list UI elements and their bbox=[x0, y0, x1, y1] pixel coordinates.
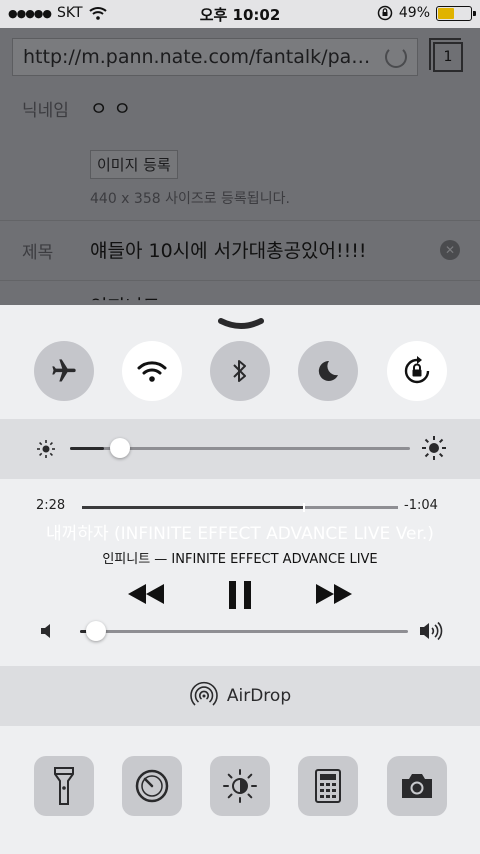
volume-low-icon bbox=[41, 624, 50, 638]
night-shift-button[interactable] bbox=[210, 756, 270, 816]
rotation-lock-status-icon bbox=[377, 5, 393, 21]
address-bar[interactable]: http://m.pann.nate.com/fantalk/pann/w… bbox=[12, 38, 418, 76]
flashlight-icon bbox=[54, 767, 74, 805]
control-center: 2:28 -1:04 내꺼하자 (INFINITE EFFECT ADVANCE… bbox=[0, 305, 480, 854]
airplane-icon bbox=[52, 359, 76, 382]
rotation-lock-icon bbox=[404, 356, 430, 384]
do-not-disturb-toggle[interactable] bbox=[298, 341, 358, 401]
url-text: http://m.pann.nate.com/fantalk/pann/w… bbox=[23, 45, 373, 68]
grabber-handle[interactable] bbox=[218, 317, 264, 331]
bluetooth-icon bbox=[233, 360, 246, 382]
brightness-fill bbox=[70, 447, 104, 450]
nickname-value[interactable]: ㅇㅇ bbox=[90, 94, 137, 121]
nickname-label: 닉네임 bbox=[22, 101, 69, 121]
rotation-lock-toggle[interactable] bbox=[387, 341, 447, 401]
camera-icon bbox=[402, 774, 432, 798]
battery-fill bbox=[438, 7, 454, 19]
wifi-toggle[interactable] bbox=[122, 341, 182, 401]
tabs-button[interactable]: 1 bbox=[429, 38, 463, 72]
form-divider bbox=[0, 220, 480, 221]
web-page: http://m.pann.nate.com/fantalk/pann/w… 1… bbox=[0, 28, 480, 318]
rewind-icon bbox=[128, 584, 164, 604]
song-title: 내꺼하자 (INFINITE EFFECT ADVANCE LIVE Ver.) bbox=[46, 524, 434, 544]
scrubber-progress bbox=[82, 506, 304, 509]
title-input[interactable]: 얘들아 10시에 서가대총공있어!!!! bbox=[90, 236, 366, 263]
pause-icon bbox=[229, 581, 251, 609]
rewind-button[interactable] bbox=[126, 581, 166, 607]
night-shift-icon bbox=[223, 769, 257, 803]
battery-percent: 49% bbox=[398, 5, 430, 21]
elapsed-time: 2:28 bbox=[36, 498, 66, 513]
airdrop-label: AirDrop bbox=[226, 686, 292, 706]
calculator-icon bbox=[315, 769, 341, 803]
brightness-slider-thumb[interactable] bbox=[110, 438, 130, 458]
wifi-icon bbox=[137, 361, 167, 382]
chevron-down-icon bbox=[218, 318, 264, 329]
status-bar: ●●●●● SKT 오후 10:02 49% bbox=[0, 0, 480, 28]
timer-button[interactable] bbox=[122, 756, 182, 816]
battery-icon bbox=[436, 5, 476, 21]
scrubber-playhead[interactable] bbox=[303, 503, 306, 512]
remaining-time: -1:04 bbox=[404, 498, 438, 513]
flashlight-button[interactable] bbox=[34, 756, 94, 816]
clear-icon[interactable]: ✕ bbox=[440, 240, 460, 260]
brightness-high-icon bbox=[422, 436, 446, 460]
form-divider bbox=[0, 280, 480, 281]
song-artist-album: 인피니트 — INFINITE EFFECT ADVANCE LIVE bbox=[102, 552, 378, 567]
camera-button[interactable] bbox=[387, 756, 447, 816]
airplane-mode-toggle[interactable] bbox=[34, 341, 94, 401]
volume-slider-thumb[interactable] bbox=[86, 621, 107, 641]
moon-icon bbox=[318, 360, 338, 381]
title-label: 제목 bbox=[22, 243, 54, 263]
brightness-low-icon bbox=[37, 440, 55, 458]
volume-track bbox=[80, 630, 408, 633]
airdrop-icon bbox=[190, 681, 218, 706]
calculator-button[interactable] bbox=[298, 756, 358, 816]
fast-forward-icon bbox=[316, 584, 352, 604]
image-size-hint: 440 x 358 사이즈로 등록됩니다. bbox=[90, 191, 290, 207]
timer-icon bbox=[135, 769, 169, 803]
bluetooth-toggle[interactable] bbox=[210, 341, 270, 401]
airdrop-button[interactable]: AirDrop bbox=[0, 666, 480, 726]
image-upload-button[interactable]: 이미지 등록 bbox=[90, 150, 178, 179]
fast-forward-button[interactable] bbox=[314, 581, 354, 607]
pause-button[interactable] bbox=[224, 579, 256, 611]
reload-icon[interactable] bbox=[385, 46, 407, 68]
volume-high-icon bbox=[420, 621, 443, 641]
